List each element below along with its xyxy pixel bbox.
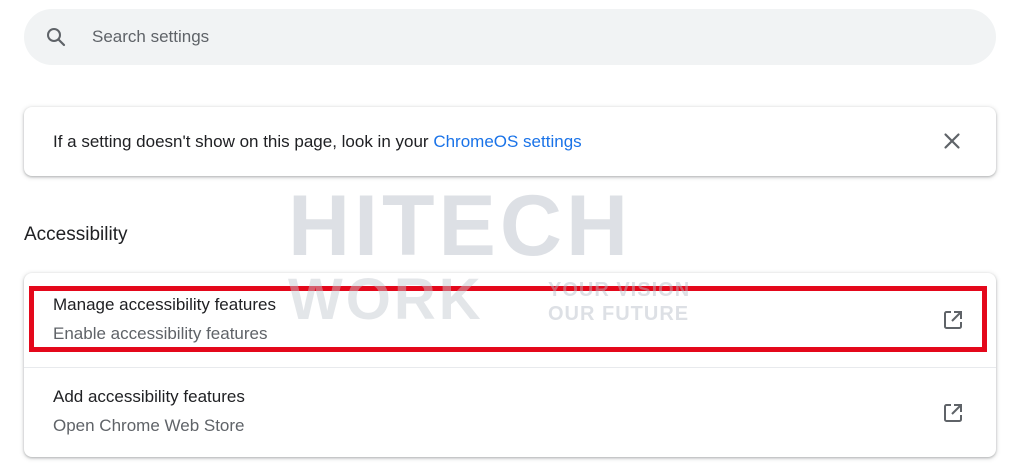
search-icon <box>44 25 68 49</box>
external-link-icon[interactable] <box>941 308 965 332</box>
close-notice-button[interactable] <box>940 129 964 153</box>
section-title-accessibility: Accessibility <box>24 224 128 245</box>
notice-text: If a setting doesn't show on this page, … <box>53 132 582 152</box>
row-subtitle: Open Chrome Web Store <box>53 416 245 435</box>
add-accessibility-features-row[interactable]: Add accessibility features Open Chrome W… <box>24 367 996 457</box>
notice-message: If a setting doesn't show on this page, … <box>53 131 434 151</box>
search-input[interactable] <box>90 21 894 53</box>
search-bar[interactable] <box>24 9 996 65</box>
row-subtitle: Enable accessibility features <box>53 324 268 343</box>
watermark-line-1: HITECH <box>288 178 633 274</box>
external-link-icon[interactable] <box>941 401 965 425</box>
chromeos-settings-notice: If a setting doesn't show on this page, … <box>24 107 996 176</box>
chromeos-settings-link[interactable]: ChromeOS settings <box>433 132 581 151</box>
accessibility-card: Manage accessibility features Enable acc… <box>24 273 996 457</box>
row-title: Manage accessibility features <box>53 295 277 314</box>
close-icon <box>944 133 960 149</box>
manage-accessibility-features-row[interactable]: Manage accessibility features Enable acc… <box>24 277 996 367</box>
row-title: Add accessibility features <box>53 387 245 406</box>
